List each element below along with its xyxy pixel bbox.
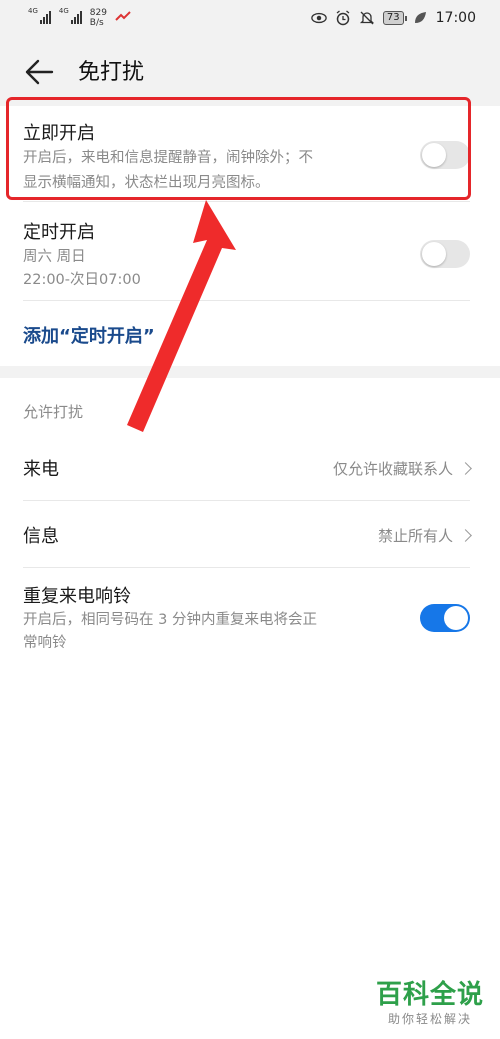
- scheduled-time-range: 22:00-次日07:00: [23, 272, 141, 288]
- highlight-box: [6, 97, 471, 200]
- scheduled-title: 定时开启: [23, 222, 95, 243]
- status-bar: 4G 4G 829 B/s 73 17:00: [0, 0, 500, 38]
- section-gap: [0, 366, 500, 378]
- signal-type-label: 4G: [58, 7, 69, 15]
- calls-value-text: 仅允许收藏联系人: [332, 460, 453, 478]
- scheduled-row[interactable]: 定时开启 周六 周日 22:00-次日07:00: [0, 202, 500, 300]
- net-speed-unit: B/s: [89, 18, 104, 28]
- signal-icon: 4G: [28, 8, 51, 24]
- chevron-right-icon: [459, 462, 472, 475]
- repeated-calls-desc-line2: 常响铃: [23, 635, 67, 651]
- toggle-knob: [422, 242, 446, 266]
- bell-off-icon: [359, 10, 375, 26]
- watermark: 百科全说 助你轻松解决: [376, 980, 484, 1027]
- calls-row[interactable]: 来电 仅允许收藏联系人: [0, 434, 500, 500]
- messages-row[interactable]: 信息 禁止所有人: [0, 501, 500, 567]
- watermark-subtitle: 助你轻松解决: [387, 1012, 472, 1026]
- eye-icon: [311, 10, 327, 26]
- calls-value: 仅允许收藏联系人: [332, 458, 472, 479]
- alarm-icon: [335, 10, 351, 26]
- net-speed-value: 829: [89, 8, 107, 18]
- chevron-right-icon: [459, 529, 472, 542]
- allow-section-header: 允许打扰: [23, 403, 84, 421]
- back-button[interactable]: [24, 58, 54, 86]
- net-speed: 829 B/s: [90, 8, 107, 28]
- calls-label: 来电: [23, 459, 59, 480]
- toggle-knob: [444, 606, 468, 630]
- arrow-left-icon: [25, 59, 54, 85]
- battery-icon: 73: [382, 11, 407, 25]
- repeated-calls-toggle[interactable]: [420, 604, 470, 632]
- signal-type-label: 4G: [28, 7, 38, 15]
- add-schedule-link[interactable]: 添加“定时开启”: [23, 322, 155, 348]
- messages-value-text: 禁止所有人: [377, 527, 453, 545]
- page-title: 免打扰: [78, 60, 145, 85]
- scheduled-days: 周六 周日: [23, 249, 86, 265]
- top-bar: 4G 4G 829 B/s 73 17:00 免打扰: [0, 0, 500, 106]
- clock: 17:00: [435, 10, 476, 26]
- title-bar: 免打扰: [0, 38, 500, 106]
- app-notification-icon: [115, 8, 131, 24]
- scheduled-toggle[interactable]: [420, 240, 470, 268]
- messages-label: 信息: [23, 526, 59, 547]
- status-left: 4G 4G 829 B/s: [28, 8, 131, 28]
- repeated-calls-title: 重复来电响铃: [23, 586, 131, 607]
- messages-value: 禁止所有人: [377, 525, 472, 546]
- repeated-calls-desc-line1: 开启后，相同号码在 3 分钟内重复来电将会正: [23, 612, 317, 628]
- repeated-calls-row[interactable]: 重复来电响铃 开启后，相同号码在 3 分钟内重复来电将会正 常响铃: [0, 568, 500, 668]
- leaf-icon: [412, 10, 428, 26]
- status-right: 73 17:00: [311, 10, 476, 26]
- watermark-title: 百科全说: [375, 980, 484, 1010]
- divider: [23, 300, 470, 301]
- signal-icon: 4G: [59, 8, 82, 24]
